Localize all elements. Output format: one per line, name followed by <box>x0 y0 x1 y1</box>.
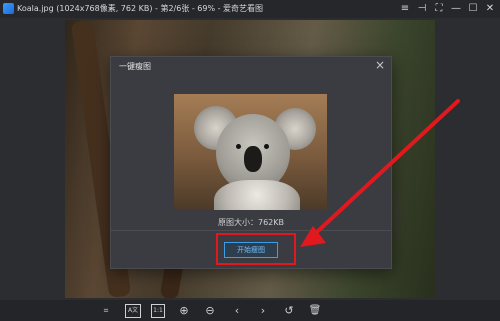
bottom-toolbar <box>0 300 500 321</box>
actual-size-icon[interactable]: 1:1 <box>151 304 165 318</box>
annotation-arrow <box>300 99 460 247</box>
ocr-icon[interactable]: A文 <box>125 304 141 318</box>
next-icon[interactable]: › <box>256 304 270 318</box>
prev-icon[interactable]: ‹ <box>230 304 244 318</box>
delete-icon[interactable]: 🗑 <box>308 304 322 318</box>
zoom-in-icon[interactable]: ⊕ <box>177 304 191 318</box>
viewer-window: Koala.jpg (1024x768像素, 762 KB) - 第2/6张 -… <box>0 0 500 321</box>
rotate-icon[interactable]: ↺ <box>282 304 296 318</box>
crop-icon[interactable]: ⌗ <box>99 304 113 318</box>
zoom-out-icon[interactable]: ⊖ <box>203 304 217 318</box>
